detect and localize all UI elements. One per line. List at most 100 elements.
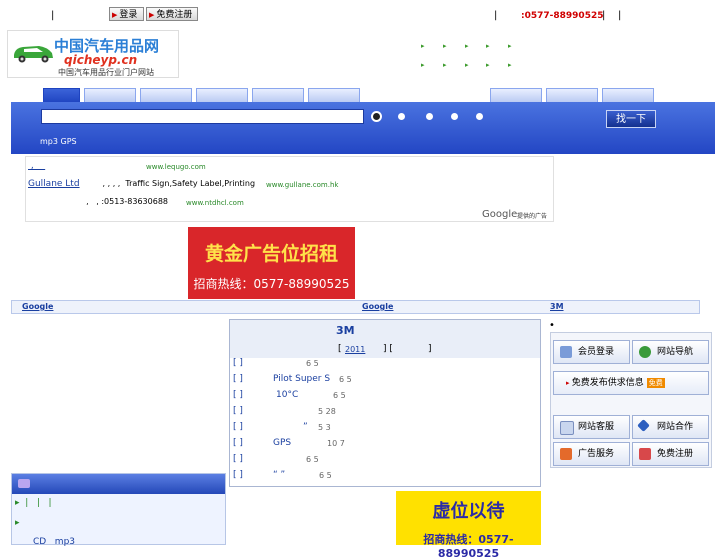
nav-tab-8[interactable] [546,88,598,103]
linkbar-3m[interactable]: 3M [550,302,564,311]
cooperation-button[interactable]: 网站合作 [632,415,709,439]
category-links-3[interactable]: CD mp3 [33,537,75,547]
member-login-button[interactable]: 会员登录 [553,340,630,364]
row-count: 5 3 [318,423,331,432]
google-label[interactable]: Google [482,209,517,220]
header-arrow-icon: ▸ [486,61,490,69]
row-bracket: [ ] [233,390,243,400]
ad-url-1[interactable]: www.lequgo.com [146,163,206,171]
news-row[interactable]: [ ] GPS 10 7 [233,438,345,448]
nav-tab-6[interactable] [308,88,360,103]
banner-phone: 招商热线：0577-88990525 [193,277,350,291]
row-count: 10 7 [327,439,345,448]
nav-tab-5[interactable] [252,88,304,103]
year-link[interactable]: 2011 [345,345,365,354]
ad-url-2[interactable]: www.gullane.com.hk [266,181,338,189]
site-nav-button[interactable]: 网站导航 [632,340,709,364]
search-type-radio-4[interactable] [451,113,458,120]
ad-text-2: , , , , Traffic Sign,Safety Label,Printi… [100,179,256,188]
logo-domain: qicheyp.cn [64,53,138,67]
nav-tab-9[interactable] [602,88,654,103]
search-button[interactable]: 找一下 [606,110,656,128]
ad-link-2[interactable]: Gullane Ltd [28,179,80,189]
header-arrow-icon: ▸ [443,61,447,69]
ad-link-1[interactable]: , [28,161,45,171]
row-bracket: [ ] [233,454,243,464]
news-row[interactable]: [ ] “ ” 6 5 [233,470,332,480]
ad-banner-vacant[interactable]: 虚位以待 招商热线：0577-88990525 [396,491,541,560]
row-title[interactable]: ” [303,422,308,432]
row-bracket: [ ] [233,422,243,432]
free-badge: 免费 [646,378,665,388]
row-title[interactable]: “ ” [273,470,285,480]
search-type-radio-5[interactable] [476,113,483,120]
nav-tab-7[interactable] [490,88,542,103]
calendar-icon [560,421,574,435]
arrow-right-icon: ▶ [112,11,118,19]
register-label: 免费注册 [156,10,193,20]
publish-info-button[interactable]: ▸ 免费发布供求信息 免费 [553,371,709,395]
year-bracket-open: [ [338,344,342,354]
header-arrow-icon: ▸ [421,61,425,69]
site-logo[interactable]: 中国汽车用品网 qicheyp.cn 中国汽车用品行业门户网站 [7,30,179,78]
linkbar-google-1[interactable]: Google [22,302,53,311]
row-count: 6 5 [333,391,346,400]
customer-service-button[interactable]: 网站客服 [553,415,630,439]
news-row[interactable]: [ ] 10°C 6 5 [233,390,346,400]
row-count: 6 5 [306,359,319,368]
category-box: ▸ | | | ▸ CD mp3 [11,473,226,547]
ad-service-button[interactable]: 广告服务 [553,442,630,466]
ad-link-3[interactable] [28,197,58,207]
category-links-1[interactable]: ▸ | | | [15,498,52,508]
ad-url-3[interactable]: www.ntdhcl.com [186,199,244,207]
nav-tab-4[interactable] [196,88,248,103]
search-type-radio-3[interactable] [426,113,433,120]
nav-tab-3[interactable] [140,88,192,103]
top-separator: | [494,10,498,21]
row-title[interactable]: 10°C [276,390,298,400]
ad-service-label: 广告服务 [578,449,615,459]
header-arrow-icon: ▸ [508,61,512,69]
row-title[interactable]: Pilot Super S [273,374,330,384]
row-title[interactable]: GPS [273,438,291,448]
linkbar-google-2[interactable]: Google [362,302,393,311]
login-label: 登录 [119,10,138,20]
handshake-icon [637,419,650,432]
news-row[interactable]: [ ] 5 28 [233,406,336,416]
news-list-header: 3M [ 2011 ] [ ] [230,320,540,358]
free-register-button[interactable]: 免费注册 [632,442,709,466]
right-bullet: • [549,320,555,331]
search-input[interactable] [41,109,364,124]
news-row[interactable]: [ ] 6 5 [233,454,319,464]
row-bracket: [ ] [233,470,243,480]
header-arrow-icon: ▸ [443,42,447,50]
globe-icon [639,346,651,358]
news-row[interactable]: [ ] ” 5 3 [233,422,331,432]
ad-banner-gold[interactable]: 黄金广告位招租 招商热线：0577-88990525 [188,227,355,299]
nav-tab-1[interactable] [43,88,80,103]
row-bracket: [ ] [233,374,243,384]
quick-links-panel: 会员登录 网站导航 ▸ 免费发布供求信息 免费 网站客服 网站合作 广告服务 免费… [550,332,712,468]
banner-title: 黄金广告位招租 [204,243,338,265]
news-row[interactable]: [ ] 6 5 [233,358,319,368]
banner2-phone: 招商热线：0577-88990525 [423,533,514,560]
category-links-2[interactable]: ▸ [15,518,20,528]
login-button[interactable]: ▶ 登录 [109,7,144,21]
nav-tab-2[interactable] [84,88,136,103]
search-type-radio-2[interactable] [398,113,405,120]
search-type-radio-1[interactable] [373,113,380,120]
google-ads-sub: 提供的广告 [517,213,548,220]
news-row[interactable]: [ ] Pilot Super S 6 5 [233,374,352,384]
hot-search-keywords[interactable]: mp3 GPS [40,137,77,146]
home-icon [560,448,572,460]
row-count: 5 28 [318,407,336,416]
row-count: 6 5 [339,375,352,384]
row-bracket: [ ] [233,406,243,416]
news-list-title[interactable]: 3M [336,324,355,337]
top-separator: | [51,10,55,21]
google-ads-box: , www.lequgo.com Gullane Ltd , , , , Tra… [25,156,554,222]
member-login-label: 会员登录 [578,347,615,357]
year-bracket-mid: ] [ [383,344,393,354]
top-separator: | [618,10,622,21]
register-button[interactable]: ▶ 免费注册 [146,7,198,21]
